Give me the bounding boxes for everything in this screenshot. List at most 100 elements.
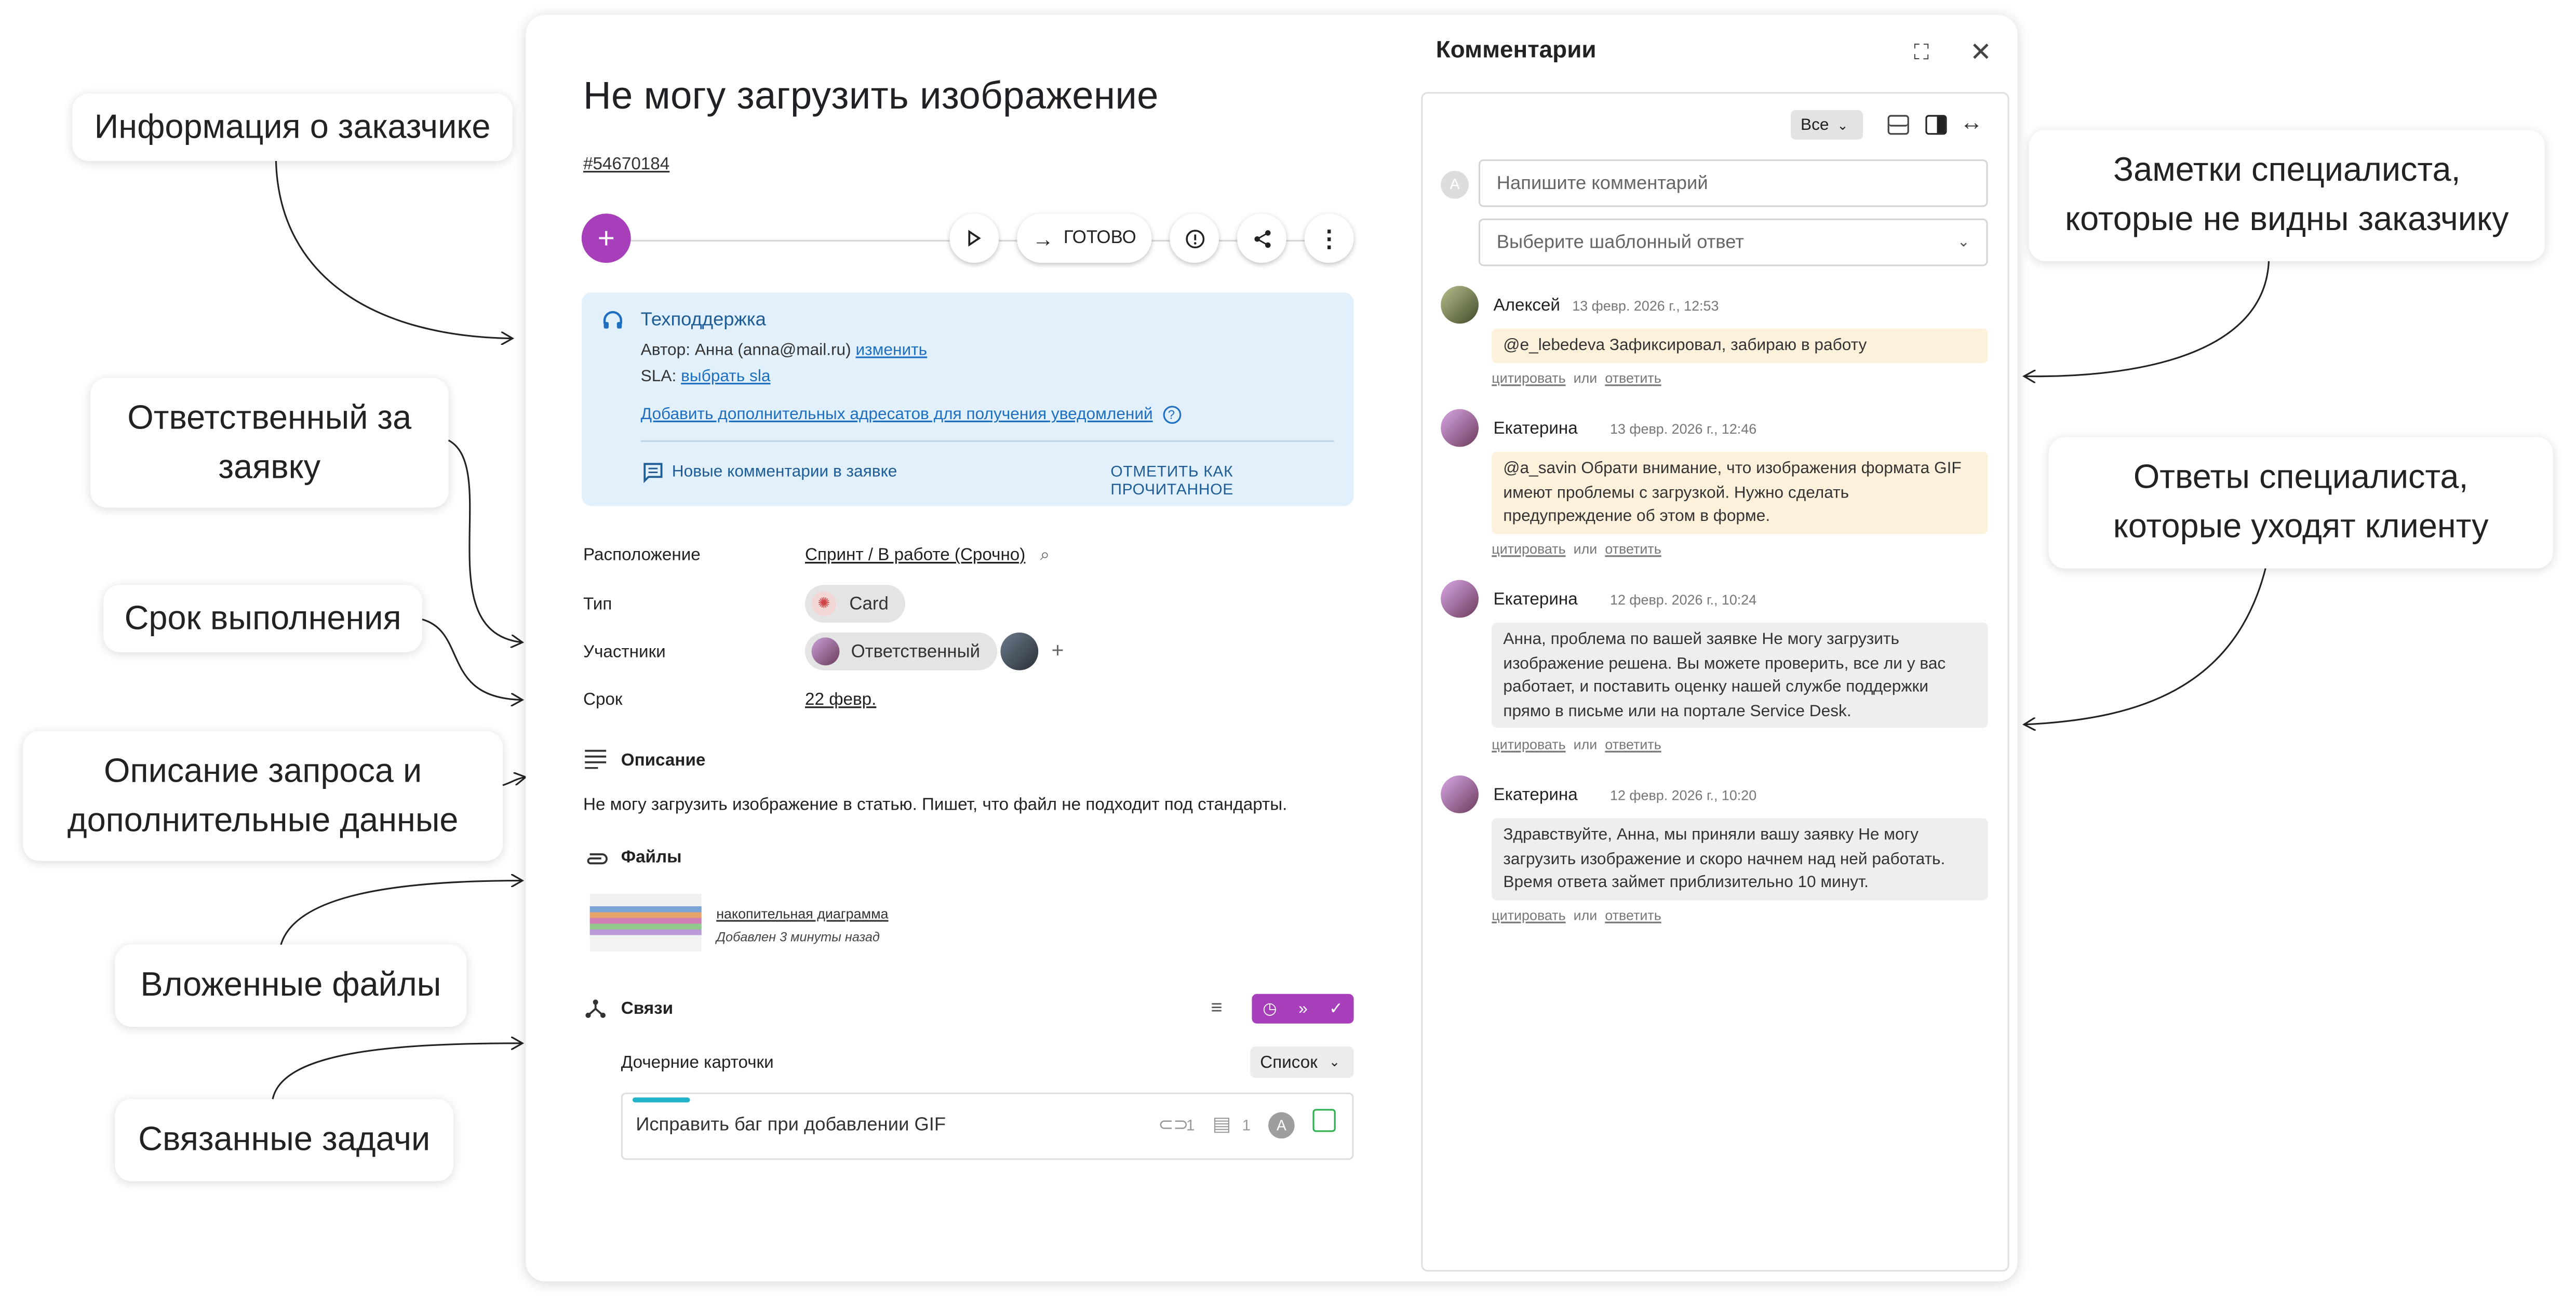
calendar-icon[interactable] (1312, 1109, 1336, 1132)
quote-link[interactable]: цитировать (1492, 907, 1565, 923)
sla-line: SLA: выбрать sla (641, 368, 771, 386)
description-text: Не могу загрузить изображение в статью. … (583, 795, 1287, 815)
comment-author: Екатерина (1493, 419, 1578, 439)
fast-forward-icon: » (1298, 999, 1308, 1018)
comment-date: 13 февр. 2026 г., 12:53 (1572, 297, 1719, 314)
arrow-customer-info (275, 160, 513, 339)
quote-link[interactable]: цитировать (1492, 541, 1565, 557)
callout-responsible: Ответственный за заявку (90, 378, 449, 508)
filter-icon[interactable]: ≡ (1211, 996, 1222, 1018)
or-text: или (1573, 907, 1598, 923)
comment-avatar (1441, 775, 1479, 813)
arrow-responsible (448, 439, 522, 642)
close-icon[interactable]: ✕ (1970, 36, 1992, 69)
child-cards-label: Дочерние карточки (621, 1053, 774, 1073)
comment-filter-select[interactable]: Все ⌄ (1790, 110, 1863, 140)
location-field[interactable]: Спринт / В работе (Срочно) ⌕ (805, 545, 1050, 567)
or-text: или (1573, 540, 1598, 557)
play-button[interactable] (949, 213, 999, 263)
new-comments-label: Новые комментарии в заявке (672, 463, 897, 481)
quote-link[interactable]: цитировать (1492, 736, 1565, 753)
add-member-button[interactable]: + (1052, 637, 1064, 662)
ticket-title: Не могу загрузить изображение (583, 74, 1159, 117)
file-thumbnail[interactable] (589, 893, 702, 951)
ticket-id-link[interactable]: #54670184 (583, 154, 669, 174)
ticket-card: Не могу загрузить изображение #54670184 … (526, 15, 2018, 1282)
reply-link[interactable]: ответить (1605, 370, 1661, 386)
or-text: или (1573, 369, 1598, 386)
callout-customer-info: Информация о заказчике (72, 93, 513, 162)
deadline-value[interactable]: 22 февр. (805, 690, 876, 710)
layout-side-icon[interactable] (1925, 115, 1947, 135)
play-icon (968, 230, 981, 247)
comment-note: @e_lebedeva Зафиксировал, забираю в рабо… (1492, 328, 1988, 364)
child-card[interactable]: Исправить баг при добавлении GIF ⊂⊃ 1 ▤ … (621, 1092, 1354, 1160)
member-avatar[interactable] (1000, 632, 1039, 670)
comment-reply: Анна, проблема по вашей заявке Не могу з… (1492, 622, 1988, 728)
files-heading: Файлы (621, 848, 682, 868)
expand-horizontal-icon[interactable]: ↔ (1960, 109, 1983, 135)
comment-actions: цитировать или ответить (1492, 541, 1661, 557)
comment-author: Екатерина (1493, 785, 1578, 806)
callout-description: Описание запроса и дополнительные данные (23, 731, 503, 861)
help-icon[interactable]: ? (1162, 406, 1180, 424)
arrow-deadline (422, 619, 522, 700)
search-icon[interactable]: ⌕ (1040, 545, 1050, 565)
responsible-avatar (811, 637, 840, 666)
alert-circle-icon (1185, 229, 1204, 248)
choose-sla-link[interactable]: выбрать sla (681, 368, 770, 386)
file-name[interactable]: накопительная диаграмма (716, 905, 888, 922)
link-status-toggle[interactable]: ◷ » ✓ (1252, 994, 1354, 1024)
file-added-time: Добавлен 3 минуты назад (716, 930, 880, 945)
priority-button[interactable] (1170, 213, 1219, 263)
chevron-down-icon: ⌄ (1837, 117, 1848, 132)
layout-bottom-icon[interactable] (1887, 115, 1909, 135)
type-chip[interactable]: ✺ Card (805, 585, 905, 623)
child-card-progress (632, 1097, 690, 1103)
reply-link[interactable]: ответить (1605, 541, 1661, 557)
mark-read-button[interactable]: ОТМЕТИТЬ КАК ПРОЧИТАННОЕ (1110, 463, 1353, 500)
sla-label: SLA: (640, 368, 677, 386)
change-author-link[interactable]: изменить (855, 342, 927, 360)
arrow-attachments (280, 881, 522, 945)
comment-date: 12 февр. 2026 г., 10:24 (1610, 591, 1757, 608)
plus-icon: + (597, 221, 615, 254)
done-button[interactable]: → ГОТОВО (1017, 213, 1152, 263)
reply-link[interactable]: ответить (1605, 736, 1661, 753)
view-select-value: Список (1260, 1052, 1318, 1072)
callout-replies: Ответы специалиста, которые уходят клиен… (2048, 437, 2553, 569)
comment-filter-value: Все (1800, 116, 1829, 134)
type-label: Тип (583, 595, 612, 615)
comment-count: 1 (1242, 1117, 1251, 1135)
fullscreen-icon[interactable]: ⛶ (1914, 39, 1929, 66)
add-recipients-link[interactable]: Добавить дополнительных адресатов для по… (641, 406, 1153, 424)
comment-icon (643, 463, 663, 484)
add-button[interactable]: + (581, 213, 631, 263)
template-select[interactable]: Выберите шаблонный ответ ⌄ (1478, 218, 1988, 266)
comment-date: 13 февр. 2026 г., 12:46 (1610, 420, 1757, 437)
author-line: Автор: Анна (anna@mail.ru) изменить (641, 342, 927, 360)
arrow-notes (2024, 261, 2270, 377)
attachment-count: 1 (1186, 1117, 1195, 1135)
comment-date: 12 февр. 2026 г., 10:20 (1610, 787, 1757, 803)
quote-link[interactable]: цитировать (1492, 370, 1565, 386)
comment-author: Екатерина (1493, 589, 1578, 610)
card-type-icon: ✺ (811, 591, 837, 616)
view-select[interactable]: Список ⌄ (1250, 1047, 1354, 1078)
comment-reply: Здравствуйте, Анна, мы приняли вашу заяв… (1492, 818, 1988, 901)
location-label: Расположение (583, 545, 701, 566)
comment-input[interactable]: Напишите комментарий (1478, 159, 1988, 207)
responsible-chip[interactable]: Ответственный (805, 632, 997, 670)
comment-avatar (1441, 409, 1479, 447)
comment-actions: цитировать или ответить (1492, 736, 1661, 753)
reply-link[interactable]: ответить (1605, 907, 1661, 923)
more-button[interactable]: ⋮ (1304, 213, 1354, 263)
type-value: Card (849, 594, 889, 614)
chevron-down-icon: ⌄ (1329, 1054, 1340, 1070)
callout-attachments: Вложенные файлы (115, 944, 467, 1027)
comment-note: @a_savin Обрати внимание, что изображени… (1492, 451, 1988, 534)
attachment-count-icon: ⊂⊃ (1158, 1115, 1189, 1135)
share-icon (1253, 229, 1270, 247)
author-label: Автор: Анна (anna@mail.ru) (640, 341, 851, 360)
share-button[interactable] (1237, 213, 1286, 263)
